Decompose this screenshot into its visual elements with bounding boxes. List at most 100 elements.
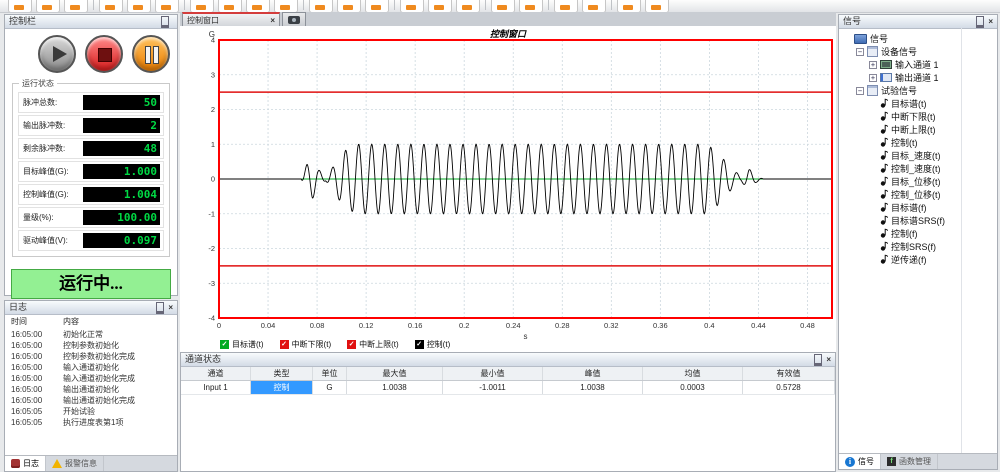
svg-text:0.12: 0.12 [359, 321, 374, 330]
toolbar-button[interactable] [64, 0, 88, 13]
status-field-value: 1.000 [83, 164, 160, 179]
tree-item[interactable]: − 设备信号 [843, 45, 997, 58]
close-icon[interactable]: × [270, 16, 275, 25]
toolbar-button[interactable] [99, 0, 123, 13]
tab-control-window[interactable]: 控制窗口 × [182, 12, 280, 26]
stop-icon [98, 48, 112, 62]
function-icon: f [887, 457, 896, 466]
close-icon[interactable]: × [988, 18, 993, 26]
legend-checkbox[interactable]: ✓ [280, 340, 289, 349]
start-button[interactable] [38, 35, 76, 73]
svg-text:0.2: 0.2 [459, 321, 469, 330]
log-row[interactable]: 16:05:00输出通道初始化 [5, 384, 177, 395]
signal-root-icon [854, 34, 867, 44]
log-row[interactable]: 16:05:00控制参数初始化完成 [5, 351, 177, 362]
log-row[interactable]: 16:05:00初始化正常 [5, 329, 177, 340]
status-field-value: 50 [83, 95, 160, 110]
svg-text:1: 1 [211, 140, 215, 149]
legend-checkbox[interactable]: ✓ [347, 340, 356, 349]
pin-icon[interactable] [976, 16, 984, 28]
log-row[interactable]: 16:05:05开始试验 [5, 406, 177, 417]
log-time: 16:05:00 [11, 340, 63, 351]
channel-status-title: 通道状态 [185, 353, 221, 366]
close-icon[interactable]: × [168, 304, 173, 312]
wave-icon [880, 176, 888, 188]
table-cell: Input 1 [181, 381, 251, 394]
legend-checkbox[interactable]: ✓ [415, 340, 424, 349]
pause-button[interactable] [132, 35, 170, 73]
legend-checkbox[interactable]: ✓ [220, 340, 229, 349]
no-expander [869, 217, 877, 225]
tree-item[interactable]: 目标_速度(t) [843, 149, 997, 162]
log-message: 执行进度表第1项 [63, 417, 177, 428]
tree-item[interactable]: 目标谱(t) [843, 97, 997, 110]
tab-snapshot[interactable] [282, 12, 306, 26]
tree-item[interactable]: 控制(t) [843, 136, 997, 149]
tree-item[interactable]: +输出通道 1 [843, 71, 997, 84]
tree-item[interactable]: 信号 [843, 32, 997, 45]
wave-icon [880, 163, 888, 175]
wave-icon [880, 228, 888, 240]
tab-信号[interactable]: i信号 [839, 454, 881, 469]
toolbar-button[interactable] [127, 0, 151, 13]
tree-item[interactable]: 控制SRS(f) [843, 240, 997, 253]
table-row[interactable]: Input 1控制G1.0038-1.00111.00380.00030.572… [181, 381, 835, 395]
log-row[interactable]: 16:05:00输出通道初始化完成 [5, 395, 177, 406]
tab-报警信息[interactable]: 报警信息 [46, 456, 104, 471]
center-area: 控制窗口 × 控制窗口 00.040.080.120.160.20.240.28… [180, 12, 836, 472]
tree-item[interactable]: 逆传递(f) [843, 253, 997, 266]
svg-text:0.36: 0.36 [653, 321, 668, 330]
tree-item[interactable]: 控制_位移(t) [843, 188, 997, 201]
signal-title-bar: 信号 × [839, 15, 997, 29]
collapse-icon[interactable]: − [856, 48, 864, 56]
tree-item[interactable]: 控制(f) [843, 227, 997, 240]
tree-item-label: 目标谱(t) [891, 97, 927, 110]
column-header: 类型 [251, 367, 313, 380]
svg-text:0.24: 0.24 [506, 321, 521, 330]
close-icon[interactable]: × [826, 356, 831, 364]
tab-函数管理[interactable]: f函数管理 [881, 454, 938, 469]
pin-icon[interactable] [161, 16, 169, 28]
tree-item[interactable]: 中断下限(t) [843, 110, 997, 123]
info-icon: i [845, 457, 855, 467]
toolbar-button[interactable] [155, 0, 179, 13]
tree-item[interactable]: 中断上限(t) [843, 123, 997, 136]
pin-icon[interactable] [814, 354, 822, 366]
tree-item[interactable]: +输入通道 1 [843, 58, 997, 71]
no-expander [869, 256, 877, 264]
folder-icon [867, 85, 878, 96]
waveform-plot: 00.040.080.120.160.20.240.280.320.360.40… [180, 26, 836, 352]
tree-item[interactable]: 控制_速度(t) [843, 162, 997, 175]
tree-item-label: 设备信号 [881, 45, 917, 58]
collapse-icon[interactable]: − [856, 87, 864, 95]
pin-icon[interactable] [156, 302, 164, 314]
legend-item: ✓目标谱(t) [220, 339, 264, 350]
tree-item-label: 目标_速度(t) [891, 149, 941, 162]
expand-icon[interactable]: + [869, 61, 877, 69]
wave-icon [880, 202, 888, 214]
table-cell: 控制 [251, 381, 313, 394]
log-row[interactable]: 16:05:00输入通道初始化完成 [5, 373, 177, 384]
column-header: 通道 [181, 367, 251, 380]
table-cell: 1.0038 [347, 381, 443, 394]
svg-text:-3: -3 [208, 279, 215, 288]
toolbar-separator [184, 0, 185, 10]
expand-icon[interactable]: + [869, 74, 877, 82]
status-field-label: 驱动峰值(V): [23, 235, 68, 246]
tree-item[interactable]: −试验信号 [843, 84, 997, 97]
toolbar-button[interactable] [8, 0, 32, 13]
tree-item[interactable]: 目标谱(f) [843, 201, 997, 214]
stop-button[interactable] [85, 35, 123, 73]
log-message: 输入通道初始化完成 [63, 373, 177, 384]
log-row[interactable]: 16:05:00控制参数初始化 [5, 340, 177, 351]
column-header: 单位 [313, 367, 347, 380]
legend-label: 目标谱(t) [232, 339, 264, 350]
tab-日志[interactable]: 日志 [5, 456, 46, 471]
log-row[interactable]: 16:05:05执行进度表第1项 [5, 417, 177, 428]
toolbar-button[interactable] [36, 0, 60, 13]
tree-item[interactable]: 目标_位移(t) [843, 175, 997, 188]
log-row[interactable]: 16:05:00输入通道初始化 [5, 362, 177, 373]
tree-item[interactable]: 目标谱SRS(f) [843, 214, 997, 227]
log-message: 初始化正常 [63, 329, 177, 340]
status-field-value: 0.097 [83, 233, 160, 248]
